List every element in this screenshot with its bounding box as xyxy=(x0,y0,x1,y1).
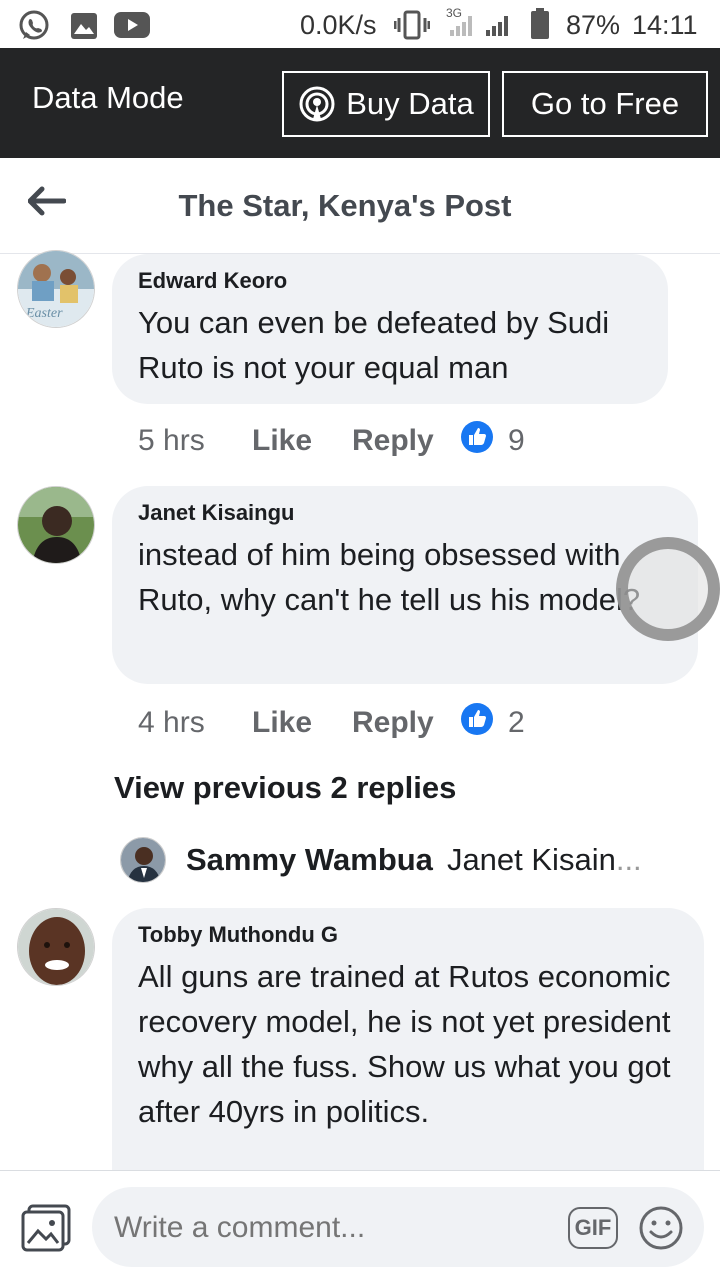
battery-level: 87% xyxy=(566,10,621,40)
like-reaction-icon xyxy=(460,702,494,744)
net-speed: 0.0K/s xyxy=(300,10,377,40)
comment-actions: 4 hrs Like Reply 2 xyxy=(138,702,525,744)
comment-time: 4 hrs xyxy=(138,706,205,739)
avatar[interactable]: Easter xyxy=(17,250,95,328)
reaction-number: 2 xyxy=(508,706,525,739)
post-header: The Star, Kenya's Post xyxy=(0,158,720,254)
gif-button[interactable]: GIF xyxy=(568,1207,618,1249)
comment-text: instead of him being obsessed with Ruto,… xyxy=(138,537,641,617)
like-reaction-icon xyxy=(460,420,494,462)
vibrate-icon xyxy=(393,10,431,45)
reply-preview[interactable]: Sammy Wambua Janet Kisain ... xyxy=(120,836,642,884)
comment-text: All guns are trained at Rutos economic r… xyxy=(138,959,671,1129)
comment-composer: GIF xyxy=(0,1170,720,1280)
page-title: The Star, Kenya's Post xyxy=(178,188,512,223)
reply-snippet-ellipsis: ... xyxy=(615,842,642,877)
comment-bubble[interactable]: Janet Kisaingu instead of him being obse… xyxy=(112,486,698,684)
buy-data-label: Buy Data xyxy=(346,86,474,121)
data-mode-title: Data Mode xyxy=(32,80,184,115)
comment-bubble[interactable]: Edward Keoro You can even be defeated by… xyxy=(112,254,668,404)
avatar[interactable] xyxy=(17,486,95,564)
reply-button[interactable]: Reply xyxy=(352,706,460,740)
gallery-icon xyxy=(70,12,98,45)
comment-author[interactable]: Tobby Muthondu G xyxy=(138,922,678,948)
go-to-free-label: Go to Free xyxy=(530,86,680,121)
photo-attach-icon[interactable] xyxy=(20,1203,72,1258)
comment-time: 5 hrs xyxy=(138,424,205,457)
clock: 14:11 xyxy=(632,10,698,40)
reply-snippet: Janet Kisain xyxy=(446,842,616,877)
avatar[interactable] xyxy=(17,908,95,986)
broadcast-icon xyxy=(298,85,336,123)
comment-author[interactable]: Janet Kisaingu xyxy=(138,500,672,526)
comment-input[interactable] xyxy=(114,1211,554,1245)
comment-actions: 5 hrs Like Reply 9 xyxy=(138,420,525,462)
data-mode-bar: Data Mode Buy Data Go to Free xyxy=(0,48,720,158)
signal-icon xyxy=(446,12,520,43)
reply-button[interactable]: Reply xyxy=(352,424,460,458)
status-bar: 0.0K/s 3G 87% 14:11 xyxy=(0,0,720,48)
comment-bubble[interactable]: Tobby Muthondu G All guns are trained at… xyxy=(112,908,704,1170)
like-button[interactable]: Like xyxy=(252,706,352,740)
reaction-count[interactable]: 2 xyxy=(460,702,525,744)
comment-input-wrapper[interactable]: GIF xyxy=(92,1187,704,1267)
reaction-count[interactable]: 9 xyxy=(460,420,525,462)
avatar xyxy=(120,837,166,883)
view-previous-replies-link[interactable]: View previous 2 replies xyxy=(114,770,456,806)
go-to-free-button[interactable]: Go to Free xyxy=(502,71,708,137)
battery-icon xyxy=(530,8,550,45)
like-button[interactable]: Like xyxy=(252,424,352,458)
comment-text: You can even be defeated by Sudi Ruto is… xyxy=(138,305,610,385)
svg-text:Easter: Easter xyxy=(25,306,63,321)
reaction-number: 9 xyxy=(508,424,525,457)
buy-data-button[interactable]: Buy Data xyxy=(282,71,490,137)
comment-author[interactable]: Edward Keoro xyxy=(138,268,642,294)
touch-indicator xyxy=(616,537,720,641)
youtube-icon xyxy=(114,12,150,43)
emoji-icon[interactable] xyxy=(638,1205,684,1256)
reply-author: Sammy Wambua xyxy=(186,842,433,877)
whatsapp-icon xyxy=(16,8,52,49)
